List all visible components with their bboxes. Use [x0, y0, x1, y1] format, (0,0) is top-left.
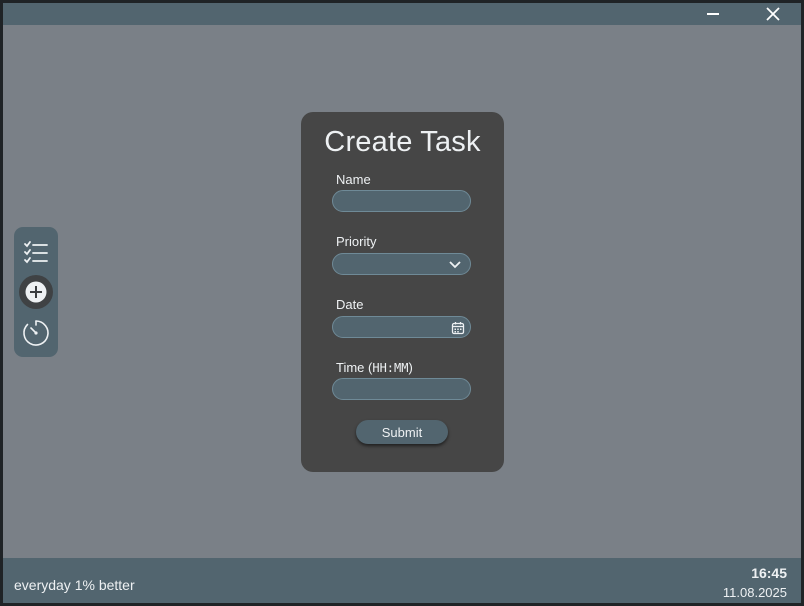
time-input[interactable] — [332, 378, 471, 400]
create-task-card: Create Task Name Priority Date Time (HH:… — [301, 112, 504, 472]
name-input[interactable] — [332, 190, 471, 212]
sidebar-item-tasks[interactable] — [18, 235, 54, 271]
minimize-button[interactable] — [698, 3, 728, 25]
time-label-prefix: Time ( — [336, 360, 373, 375]
name-label: Name — [336, 172, 371, 187]
priority-select[interactable] — [332, 253, 471, 275]
chevron-down-icon — [446, 257, 464, 273]
title-bar — [3, 3, 801, 25]
close-icon — [766, 7, 780, 21]
date-label: Date — [336, 297, 364, 312]
add-circle-icon — [25, 281, 47, 303]
timer-icon — [23, 320, 49, 346]
motto-text: everyday 1% better — [14, 577, 135, 593]
sidebar-nav — [14, 227, 58, 357]
sidebar-item-timer[interactable] — [18, 315, 54, 351]
status-bar: everyday 1% better 16:45 11.08.2025 — [3, 558, 801, 603]
card-title: Create Task — [324, 126, 481, 158]
task-list-icon — [24, 241, 48, 264]
priority-label: Priority — [336, 234, 377, 249]
time-label-format: HH:MM — [372, 361, 409, 375]
sidebar-item-create[interactable] — [18, 274, 54, 310]
clock-time: 16:45 — [751, 565, 787, 581]
time-label: Time (HH:MM) — [336, 360, 413, 375]
minimize-icon — [707, 13, 719, 15]
time-label-suffix: ) — [408, 360, 413, 375]
submit-button[interactable]: Submit — [356, 420, 448, 444]
calendar-icon[interactable] — [450, 320, 466, 336]
app-window: Create Task Name Priority Date Time (HH:… — [3, 3, 801, 603]
date-input[interactable] — [332, 316, 471, 338]
close-button[interactable] — [758, 3, 788, 25]
clock-date: 11.08.2025 — [722, 585, 787, 600]
active-indicator — [19, 275, 53, 309]
